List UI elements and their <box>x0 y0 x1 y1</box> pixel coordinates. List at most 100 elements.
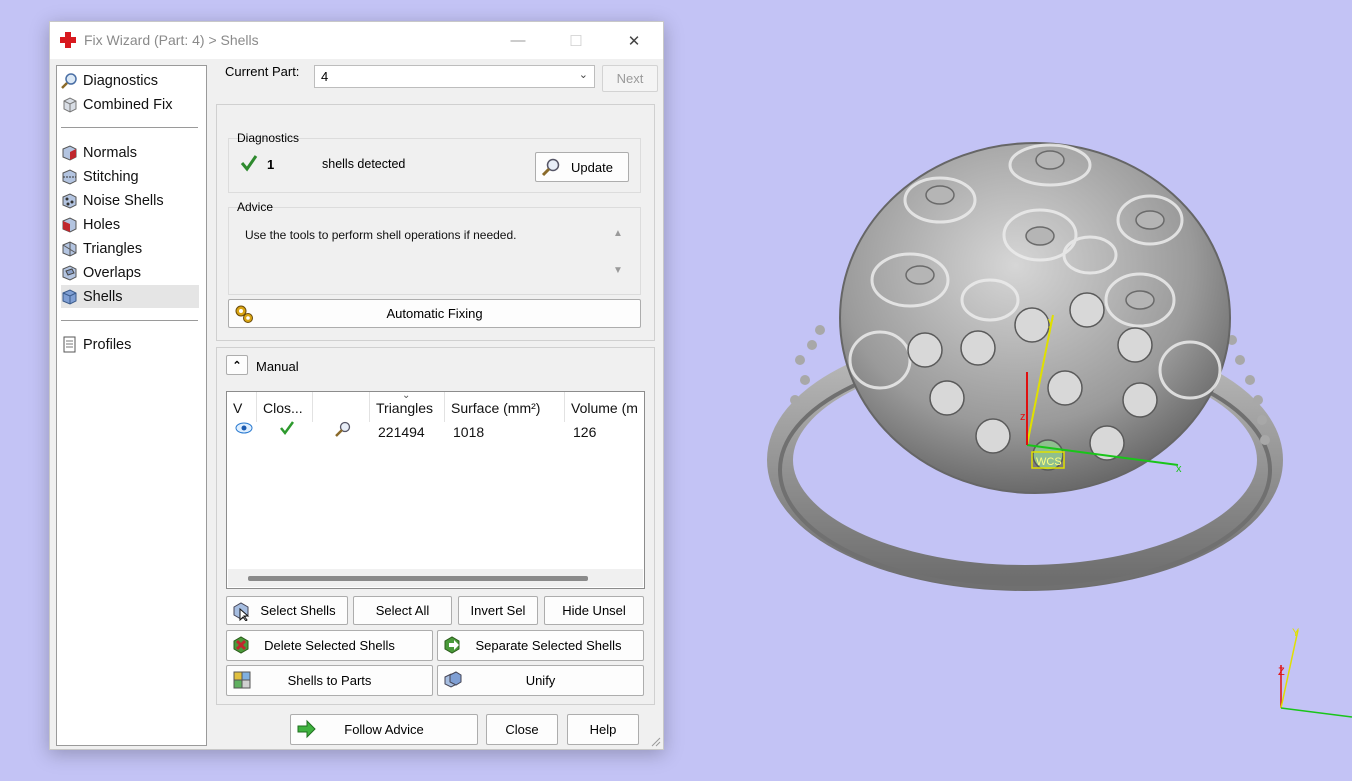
follow-advice-button[interactable]: Follow Advice <box>290 714 478 745</box>
mini-axis-z-label: Z <box>1278 666 1285 678</box>
unify-button[interactable]: Unify <box>437 665 644 696</box>
advice-text: Use the tools to perform shell operation… <box>245 228 517 242</box>
select-shells-label: Select Shells <box>260 603 336 618</box>
column-header-volume[interactable]: Volume (m <box>565 392 644 422</box>
hide-unsel-button[interactable]: Hide Unsel <box>544 596 644 625</box>
axis-x-label: x <box>1176 463 1182 475</box>
separate-selected-shells-button[interactable]: Separate Selected Shells <box>437 630 644 661</box>
sidebar-item-label: Overlaps <box>83 264 142 281</box>
sidebar-item-label: Noise Shells <box>83 192 164 209</box>
sort-chevron-icon: ⌄ <box>402 390 411 401</box>
select-shells-icon <box>233 602 250 621</box>
arrow-right-icon <box>297 719 316 739</box>
shells-table[interactable]: V Clos... Triangles ⌄ Surface (mm²) Volu… <box>226 390 645 589</box>
manual-label: Manual <box>256 359 299 374</box>
document-icon <box>63 336 76 353</box>
chevron-up-icon: ⌃ <box>232 359 242 372</box>
column-header-closed[interactable]: Clos... <box>257 392 313 422</box>
minimize-button[interactable]: — <box>495 22 541 59</box>
sidebar-item-profiles[interactable]: Profiles <box>61 333 199 356</box>
normals-icon <box>62 145 77 161</box>
axis-z-label: z <box>1020 411 1026 423</box>
unify-icon <box>444 671 462 688</box>
update-label: Update <box>571 159 613 175</box>
shells-to-parts-label: Shells to Parts <box>287 673 372 688</box>
shells-icon <box>62 289 77 305</box>
overlaps-icon <box>62 265 77 281</box>
sidebar-divider <box>61 320 198 321</box>
sidebar-item-triangles[interactable]: Triangles <box>61 237 199 260</box>
triangles-icon <box>62 241 77 257</box>
mini-axis-y-label: Y <box>1292 627 1300 639</box>
eye-icon[interactable] <box>235 422 253 434</box>
close-window-button[interactable]: ✕ <box>611 22 657 59</box>
checkmark-icon <box>240 155 258 172</box>
scroll-up-icon[interactable]: ▲ <box>613 228 623 239</box>
current-part-label: Current Part: <box>225 64 300 79</box>
sidebar-item-stitching[interactable]: Stitching <box>61 165 199 188</box>
select-all-button[interactable]: Select All <box>353 596 452 625</box>
holes-icon <box>62 217 77 233</box>
red-cross-icon <box>60 32 76 48</box>
surface-cell: 1018 <box>453 424 485 440</box>
triangles-cell: 221494 <box>378 424 425 440</box>
column-header-v[interactable]: V <box>227 392 257 422</box>
sidebar-item-label: Diagnostics <box>83 72 158 89</box>
sidebar-item-shells[interactable]: Shells <box>61 285 199 308</box>
magnifier-icon <box>541 158 560 177</box>
automatic-fixing-button[interactable]: Automatic Fixing <box>228 299 641 328</box>
window-title: Fix Wizard (Part: 4) > Shells <box>84 32 259 48</box>
magnifier-icon <box>61 73 77 89</box>
scroll-down-icon[interactable]: ▼ <box>613 265 623 276</box>
noise-shells-icon <box>62 193 77 209</box>
sidebar-item-overlaps[interactable]: Overlaps <box>61 261 199 284</box>
unify-label: Unify <box>525 673 556 688</box>
scrollbar-thumb[interactable] <box>248 576 588 581</box>
diagnostics-group-label: Diagnostics <box>237 131 300 145</box>
resize-grip-icon[interactable] <box>649 735 661 747</box>
horizontal-scrollbar[interactable] <box>228 569 643 587</box>
sidebar-item-noise-shells[interactable]: Noise Shells <box>61 189 199 212</box>
advice-group-label: Advice <box>237 200 274 214</box>
collapse-manual-button[interactable]: ⌃ <box>226 355 248 375</box>
separate-shells-icon <box>444 636 460 654</box>
checkmark-icon <box>280 421 295 436</box>
update-button[interactable]: Update <box>535 152 629 182</box>
sidebar-item-label: Profiles <box>83 336 132 353</box>
cube-icon <box>63 97 77 113</box>
maximize-button[interactable]: ☐ <box>553 22 599 59</box>
stitching-icon <box>62 169 77 185</box>
sidebar-item-label: Combined Fix <box>83 96 173 113</box>
sidebar-item-holes[interactable]: Holes <box>61 213 199 236</box>
sidebar-item-combined-fix[interactable]: Combined Fix <box>61 93 199 116</box>
shells-to-parts-icon <box>233 671 251 689</box>
chevron-down-icon: ⌄ <box>578 69 588 81</box>
invert-sel-button[interactable]: Invert Sel <box>458 596 538 625</box>
current-part-select[interactable]: 4 ⌄ <box>314 65 595 88</box>
delete-selected-shells-label: Delete Selected Shells <box>264 638 395 653</box>
next-button[interactable]: Next <box>602 65 658 92</box>
advice-box <box>228 207 641 295</box>
shells-detected-text: shells detected <box>322 157 406 171</box>
sidebar-divider <box>61 127 198 128</box>
select-shells-button[interactable]: Select Shells <box>226 596 348 625</box>
title-bar: Fix Wizard (Part: 4) > Shells — ☐ ✕ <box>50 22 663 59</box>
separate-selected-shells-label: Separate Selected Shells <box>475 638 622 653</box>
column-header-surface[interactable]: Surface (mm²) <box>445 392 565 422</box>
sidebar: Diagnostics Combined Fix Normals Stitchi… <box>56 65 207 746</box>
column-header-inspect[interactable] <box>313 392 370 422</box>
volume-cell: 126 <box>573 424 597 440</box>
sidebar-item-label: Triangles <box>83 240 143 257</box>
sidebar-item-label: Shells <box>83 288 123 305</box>
sidebar-item-normals[interactable]: Normals <box>61 141 199 164</box>
sidebar-item-label: Stitching <box>83 168 139 185</box>
follow-advice-label: Follow Advice <box>344 722 424 737</box>
automatic-fixing-label: Automatic Fixing <box>386 306 483 321</box>
sidebar-item-label: Normals <box>83 144 137 161</box>
shells-to-parts-button[interactable]: Shells to Parts <box>226 665 433 696</box>
help-button[interactable]: Help <box>567 714 639 745</box>
magnifier-icon[interactable] <box>334 420 352 438</box>
delete-selected-shells-button[interactable]: Delete Selected Shells <box>226 630 433 661</box>
sidebar-item-diagnostics[interactable]: Diagnostics <box>61 69 199 92</box>
close-button[interactable]: Close <box>486 714 558 745</box>
